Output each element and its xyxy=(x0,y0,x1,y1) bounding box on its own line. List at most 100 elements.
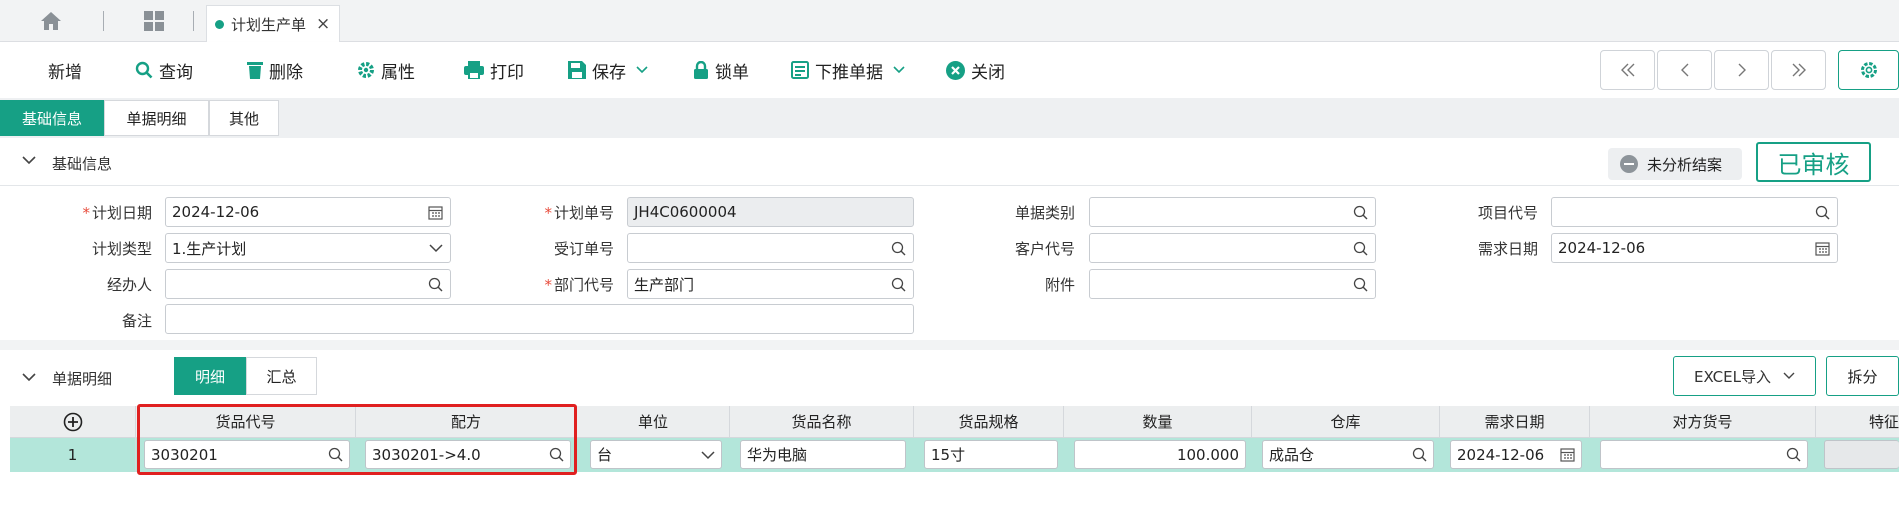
properties-button[interactable]: 属性 xyxy=(357,54,415,86)
tab-document-detail[interactable]: 单据明细 xyxy=(104,100,209,136)
spec-cell[interactable]: 15寸 xyxy=(924,440,1058,469)
lock-label: 锁单 xyxy=(715,62,749,83)
plan-type-select[interactable]: 1.生产计划 xyxy=(165,233,451,263)
row-index: 1 xyxy=(10,438,136,472)
search-icon[interactable] xyxy=(549,447,564,462)
lock-button[interactable]: 锁单 xyxy=(693,54,749,86)
handler-field[interactable] xyxy=(165,269,451,299)
need-date-field[interactable]: 2024-12-06 xyxy=(1551,233,1838,263)
search-icon[interactable] xyxy=(428,277,443,292)
search-icon xyxy=(135,61,153,79)
unanalyzed-close-badge: 未分析结案 xyxy=(1608,148,1742,180)
tab-plan-production[interactable]: 计划生产单 × xyxy=(206,5,340,42)
tab-detail-view[interactable]: 明细 xyxy=(174,357,246,395)
order-number-field[interactable] xyxy=(627,233,914,263)
add-label: 新增 xyxy=(48,62,82,83)
active-dot-icon xyxy=(215,19,224,29)
search-icon[interactable] xyxy=(891,241,906,256)
search-icon[interactable] xyxy=(1353,277,1368,292)
next-record-button[interactable] xyxy=(1714,50,1769,90)
add-row-icon[interactable] xyxy=(63,412,83,432)
unanalyzed-label: 未分析结案 xyxy=(1647,155,1723,174)
feature-cell[interactable] xyxy=(1824,440,1899,469)
double-chevron-right-icon xyxy=(1792,63,1806,77)
partner-code-cell[interactable] xyxy=(1600,440,1808,469)
properties-label: 属性 xyxy=(381,62,415,83)
delete-button[interactable]: 删除 xyxy=(247,54,303,86)
chevron-left-icon xyxy=(1680,63,1688,77)
remark-field[interactable] xyxy=(165,304,914,334)
save-button[interactable]: 保存 xyxy=(568,54,654,86)
project-code-label: 项目代号 xyxy=(1477,204,1538,222)
tab-summary-view[interactable]: 汇总 xyxy=(246,357,317,395)
push-down-button[interactable]: 下推单据 xyxy=(791,54,911,86)
attachment-field[interactable] xyxy=(1089,269,1376,299)
warehouse-cell[interactable]: 成品仓 xyxy=(1262,440,1434,469)
document-list-icon xyxy=(791,61,809,79)
home-icon[interactable] xyxy=(38,10,64,32)
project-code-field[interactable] xyxy=(1551,197,1838,227)
calendar-icon[interactable] xyxy=(428,205,443,220)
plan-date-field[interactable]: 2024-12-06 xyxy=(165,197,451,227)
save-icon xyxy=(568,61,586,79)
close-tab-icon[interactable]: × xyxy=(316,14,330,34)
add-button[interactable]: 新增 xyxy=(48,54,82,86)
plan-number-label: * 计划单号 xyxy=(544,204,614,222)
query-button[interactable]: 查询 xyxy=(135,54,193,86)
formula-cell[interactable]: 3030201->4.0 xyxy=(365,440,571,469)
last-record-button[interactable] xyxy=(1771,50,1826,90)
column-header: 配方 xyxy=(356,406,577,438)
first-record-button[interactable] xyxy=(1600,50,1655,90)
department-code-label: * 部门代号 xyxy=(544,276,614,294)
approved-status-badge: 已审核 xyxy=(1756,142,1871,182)
column-header: 货品代号 xyxy=(136,406,356,438)
print-button[interactable]: 打印 xyxy=(464,54,524,86)
column-header: 需求日期 xyxy=(1440,406,1590,438)
document-type-field[interactable] xyxy=(1089,197,1376,227)
chevron-down-icon[interactable] xyxy=(429,244,443,253)
search-icon[interactable] xyxy=(1412,447,1427,462)
order-number-label: 受订单号 xyxy=(553,240,614,258)
minus-circle-icon xyxy=(1620,155,1638,173)
close-button[interactable]: 关闭 xyxy=(946,54,1005,86)
product-code-cell[interactable]: 3030201 xyxy=(144,440,350,469)
product-name-cell[interactable]: 华为电脑 xyxy=(740,440,906,469)
chevron-down-icon[interactable] xyxy=(893,66,905,74)
customer-code-field[interactable] xyxy=(1089,233,1376,263)
collapse-chevron-icon[interactable] xyxy=(22,372,36,382)
department-code-field[interactable]: 生产部门 xyxy=(627,269,914,299)
tab-other[interactable]: 其他 xyxy=(209,100,279,136)
search-icon[interactable] xyxy=(328,447,343,462)
lock-icon xyxy=(694,61,708,79)
query-label: 查询 xyxy=(159,62,193,83)
tab-basic-info[interactable]: 基础信息 xyxy=(0,100,104,136)
search-icon[interactable] xyxy=(891,277,906,292)
search-icon[interactable] xyxy=(1353,241,1368,256)
search-icon[interactable] xyxy=(1786,447,1801,462)
quantity-cell[interactable]: 100.000 xyxy=(1074,440,1246,469)
split-button[interactable]: 拆分 xyxy=(1826,356,1899,396)
toolbar: 新增 查询 删除 属性 打印 保存 锁单 下推单据 关闭 xyxy=(0,42,1899,98)
excel-import-button[interactable]: EXCEL导入 xyxy=(1673,356,1816,396)
section-divider xyxy=(0,340,1899,350)
column-header: 数量 xyxy=(1064,406,1252,438)
collapse-chevron-icon[interactable] xyxy=(22,155,36,165)
column-header: 货品规格 xyxy=(914,406,1064,438)
prev-record-button[interactable] xyxy=(1657,50,1712,90)
attachment-label: 附件 xyxy=(1044,276,1075,294)
chevron-down-icon xyxy=(1783,372,1795,379)
chevron-down-icon[interactable] xyxy=(636,66,648,74)
search-icon[interactable] xyxy=(1815,205,1830,220)
plan-date-label: * 计划日期 xyxy=(82,204,152,222)
need-date-cell[interactable]: 2024-12-06 xyxy=(1450,440,1582,469)
apps-grid-icon[interactable] xyxy=(143,10,165,32)
basic-info-header: 基础信息 未分析结案 已审核 xyxy=(0,138,1899,186)
tab-bar: 计划生产单 × xyxy=(0,0,1899,42)
calendar-icon[interactable] xyxy=(1815,241,1830,256)
unit-select-cell[interactable]: 台 xyxy=(590,440,722,469)
add-row-header xyxy=(10,406,136,438)
settings-button[interactable] xyxy=(1838,50,1899,90)
search-icon[interactable] xyxy=(1353,205,1368,220)
calendar-icon[interactable] xyxy=(1560,447,1575,462)
chevron-down-icon[interactable] xyxy=(701,451,715,460)
